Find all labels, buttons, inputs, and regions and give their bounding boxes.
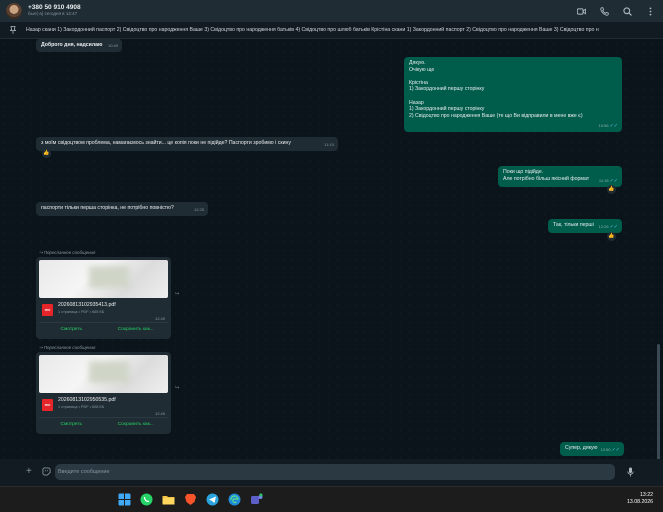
chat-header[interactable]: +380 50 910 4908 был(-а) сегодня в 12:47: [0, 0, 663, 22]
telegram-icon[interactable]: [206, 493, 219, 506]
sticker-icon[interactable]: [42, 467, 51, 476]
whatsapp-icon[interactable]: [140, 493, 153, 506]
message-outgoing[interactable]: Поки що підійде. Але потрібно більш якіс…: [498, 166, 622, 187]
message-incoming[interactable]: з моїм свідоцтвом проблема, намагаємось …: [36, 137, 338, 151]
file-info: 20260813102950535.pdf 1 страница • PDF •…: [58, 397, 116, 409]
message-time: 12:25: [193, 207, 204, 213]
system-clock[interactable]: 13:22 13.08.2026: [627, 492, 653, 506]
message-time: 11:18 ✓✓: [598, 178, 618, 185]
message-composer: + Введите сообщение: [0, 459, 663, 486]
forwarded-file-message[interactable]: ↪ Пересланное сообщение PDF 202608131029…: [36, 344, 171, 434]
message-outgoing[interactable]: Супер, дякую 12:50 ✓✓: [560, 442, 624, 456]
whatsapp-window: +380 50 910 4908 был(-а) сегодня в 12:47…: [0, 0, 663, 512]
forwarded-label: ↪ Пересланное сообщение: [39, 345, 96, 350]
read-receipt-icon: ✓✓: [609, 224, 618, 231]
file-card[interactable]: PDF 20260813102935413.pdf 1 страница • P…: [36, 257, 171, 339]
message-time: 12:45: [154, 316, 165, 321]
file-card[interactable]: PDF 20260813102950535.pdf 1 страница • P…: [36, 352, 171, 434]
pdf-icon: PDF: [42, 399, 53, 411]
contact-status: был(-а) сегодня в 12:47: [28, 11, 78, 17]
contact-info[interactable]: +380 50 910 4908 был(-а) сегодня в 12:47: [28, 4, 81, 17]
microphone-icon[interactable]: [627, 467, 634, 477]
pin-icon: [10, 26, 16, 34]
reaction-badge[interactable]: 👍: [607, 185, 616, 194]
file-name: 20260813102935413.pdf: [58, 302, 116, 308]
read-receipt-icon: ✓✓: [611, 447, 620, 454]
read-receipt-icon: ✓✓: [609, 178, 618, 185]
teams-icon[interactable]: [250, 493, 263, 506]
avatar[interactable]: [6, 3, 22, 19]
forwarded-label: ↪ Пересланное сообщение: [39, 250, 96, 255]
pdf-icon: PDF: [42, 304, 53, 316]
file-actions: Смотреть Сохранить как...: [39, 417, 168, 431]
message-time: 10:56 ✓✓: [598, 123, 618, 130]
phone-icon[interactable]: [600, 6, 609, 16]
file-name: 20260813102950535.pdf: [58, 397, 116, 403]
file-info: 20260813102935413.pdf 1 страница • PDF •…: [58, 302, 116, 314]
brave-icon[interactable]: [184, 493, 197, 506]
attach-icon[interactable]: +: [26, 467, 32, 477]
open-file-button[interactable]: Смотреть: [39, 327, 104, 332]
pinned-message-bar[interactable]: Назар скани 1) Закордонний паспорт 2) Св…: [0, 22, 663, 39]
clock-time: 13:22: [640, 492, 653, 498]
message-list[interactable]: Доброго дня, надсилаю 10:49 Дякую. Очіку…: [0, 39, 663, 492]
file-row[interactable]: PDF 20260813102935413.pdf 1 страница • P…: [39, 298, 168, 322]
message-time: 12:50 ✓✓: [600, 447, 620, 454]
open-file-button[interactable]: Смотреть: [39, 422, 104, 427]
message-text: з моїм свідоцтвом проблема, намагаємось …: [41, 140, 291, 146]
more-icon[interactable]: [646, 6, 655, 16]
save-as-button[interactable]: Сохранить как...: [104, 327, 169, 332]
message-incoming[interactable]: паспорти тільки перша сторінка, не потрі…: [36, 202, 208, 216]
file-explorer-icon[interactable]: [162, 493, 175, 506]
message-outgoing[interactable]: Так, тільки перші 12:26 ✓✓: [548, 219, 622, 233]
message-text: Дякую. Очікую ще Крістіна 1) Закордонний…: [409, 60, 583, 119]
video-icon[interactable]: [577, 7, 586, 16]
message-outgoing[interactable]: Дякую. Очікую ще Крістіна 1) Закордонний…: [404, 57, 622, 132]
windows-start-icon[interactable]: [118, 493, 131, 506]
file-actions: Смотреть Сохранить как...: [39, 322, 168, 336]
message-text: Доброго дня, надсилаю: [41, 42, 103, 48]
edge-icon[interactable]: [228, 493, 241, 506]
message-text: паспорти тільки перша сторінка, не потрі…: [41, 205, 174, 211]
message-time: 10:49: [107, 43, 118, 49]
search-icon[interactable]: [623, 6, 632, 16]
reaction-badge[interactable]: 👍: [42, 149, 51, 158]
forwarded-file-message[interactable]: ↪ Пересланное сообщение PDF 202608131029…: [36, 249, 171, 339]
pinned-message-text: Назар скани 1) Закордонний паспорт 2) Св…: [26, 27, 599, 33]
message-input[interactable]: Введите сообщение: [55, 464, 615, 480]
file-preview[interactable]: [39, 260, 168, 298]
forward-icon[interactable]: ↪: [175, 291, 182, 297]
file-row[interactable]: PDF 20260813102950535.pdf 1 страница • P…: [39, 393, 168, 417]
file-preview[interactable]: [39, 355, 168, 393]
file-meta: 1 страница • PDF • 665 КБ: [58, 310, 105, 314]
reaction-badge[interactable]: 👍: [607, 232, 616, 241]
read-receipt-icon: ✓✓: [609, 123, 618, 130]
message-incoming[interactable]: Доброго дня, надсилаю 10:49: [36, 39, 122, 52]
header-actions: [577, 0, 655, 22]
save-as-button[interactable]: Сохранить как...: [104, 422, 169, 427]
message-time: 11:10: [324, 142, 334, 148]
forward-icon[interactable]: ↪: [175, 385, 182, 391]
message-time: 12:26 ✓✓: [598, 224, 618, 231]
file-meta: 1 страница • PDF • 608 КБ: [58, 405, 105, 409]
windows-taskbar: 13:22 13.08.2026: [0, 486, 663, 512]
clock-date: 13.08.2026: [627, 499, 653, 505]
message-time: 12:45: [154, 411, 165, 416]
